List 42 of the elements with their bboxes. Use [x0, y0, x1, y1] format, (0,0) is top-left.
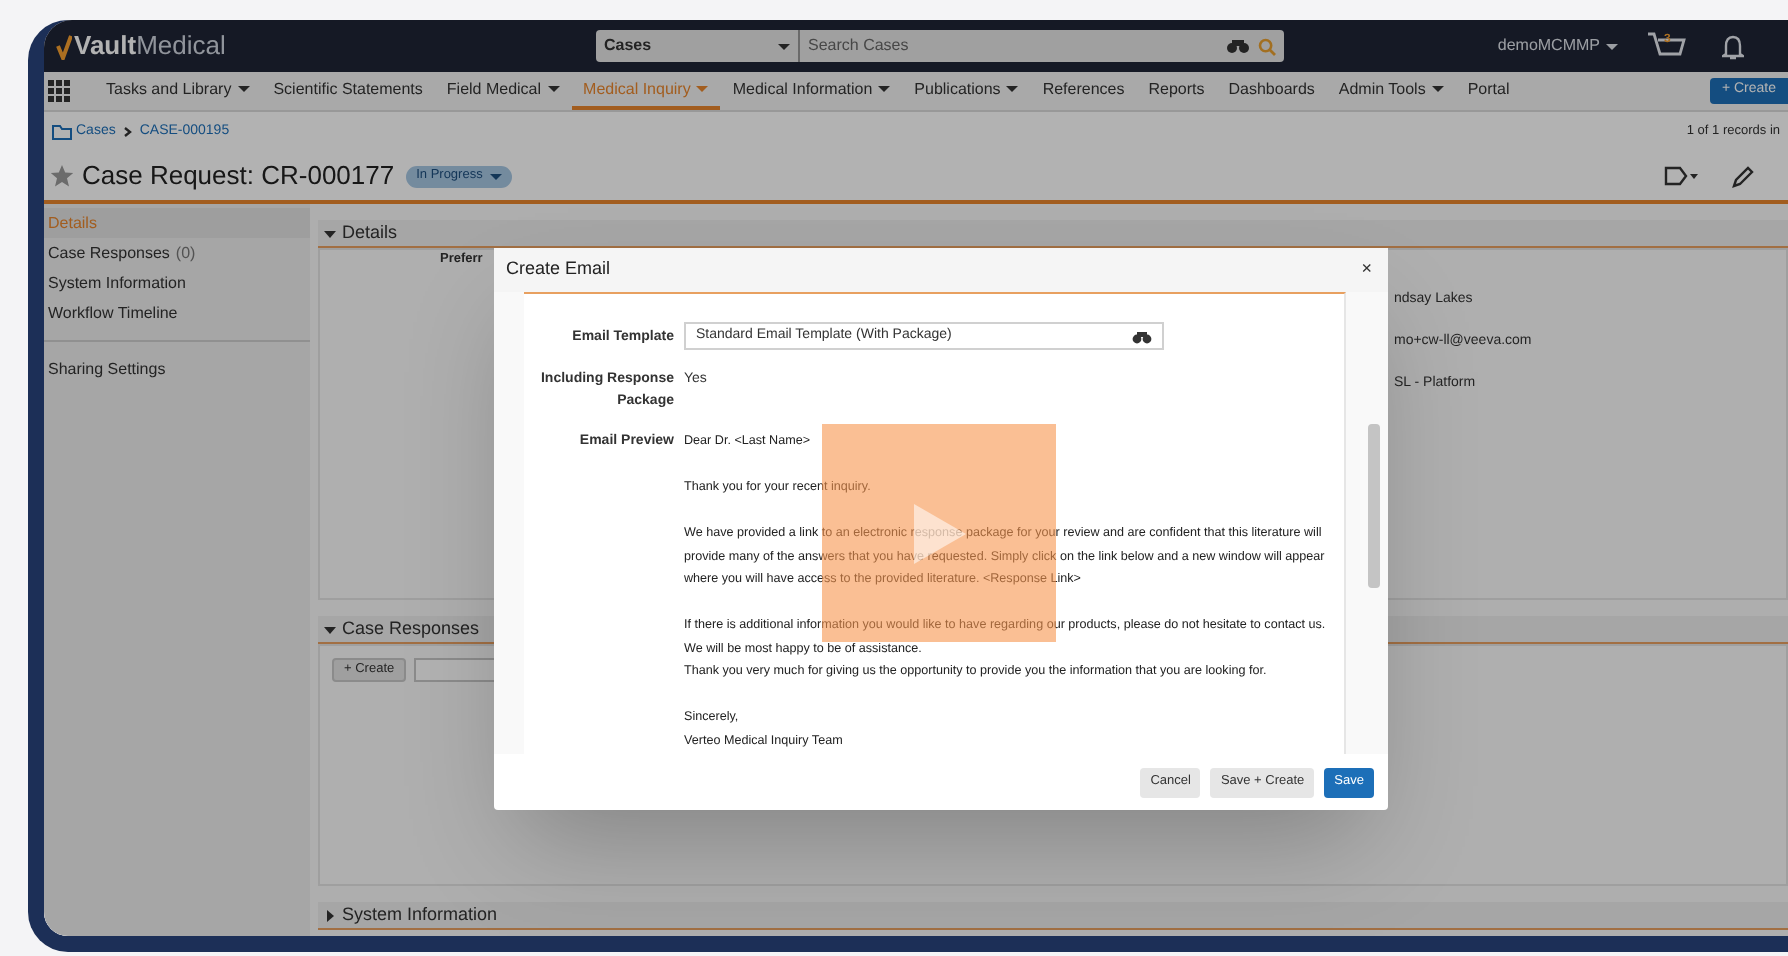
section-header[interactable]: Details [318, 220, 1788, 248]
nav-tab[interactable]: Portal [1455, 72, 1522, 110]
nav-tab[interactable]: Scientific Statements [261, 72, 435, 110]
caret-icon [490, 171, 503, 181]
sidebar-item[interactable]: Workflow Timeline [44, 298, 310, 328]
scrollbar-thumb[interactable] [1368, 424, 1380, 588]
nav-tab[interactable]: Tasks and Library [94, 72, 262, 110]
caret-icon [1606, 41, 1618, 51]
search-field[interactable]: Search Cases [800, 30, 1284, 62]
logo-text: Medical [136, 28, 226, 65]
binoculars-icon [1132, 329, 1152, 343]
chevron-icon [121, 126, 134, 138]
sidebar-item[interactable]: Case Responses (0) [44, 238, 310, 268]
tag-icon [1664, 166, 1700, 186]
pencil-icon [1732, 165, 1754, 187]
nav-tab[interactable]: Dashboards [1216, 72, 1327, 110]
nav-tab[interactable]: Reports [1136, 72, 1217, 110]
nav-tab[interactable]: References [1030, 72, 1137, 110]
search-icon [1258, 37, 1276, 55]
search-object-dropdown[interactable]: Cases [596, 30, 800, 62]
caret-icon [778, 41, 790, 51]
nav-tab[interactable]: Publications [902, 72, 1031, 110]
user-menu[interactable]: demoMCMMP [1497, 34, 1618, 58]
sidebar-item[interactable]: Sharing Settings [44, 354, 310, 384]
folder-icon [52, 124, 72, 140]
checkmark-logo-icon [56, 33, 72, 59]
binoculars-icon [1226, 38, 1250, 54]
nav-tab[interactable]: Field Medical [434, 72, 572, 110]
nav-tab[interactable]: Medical Information [720, 72, 903, 110]
section-header[interactable]: System Information [318, 902, 1788, 930]
caret-down-icon [324, 623, 336, 635]
page-title: Case Request: CR-000177 [82, 158, 395, 195]
modal-title: Create Email [506, 256, 613, 283]
close-button[interactable]: × [1357, 256, 1376, 284]
sidebar-item[interactable]: System Information [44, 268, 310, 298]
bell-icon [1722, 33, 1744, 59]
caret-right-icon [324, 909, 336, 921]
nav-tab[interactable]: Admin Tools [1326, 72, 1456, 110]
star-icon [50, 164, 74, 188]
logo-text: Vault [74, 28, 137, 65]
grid-menu-icon [48, 80, 70, 102]
caret-down-icon [324, 227, 336, 239]
